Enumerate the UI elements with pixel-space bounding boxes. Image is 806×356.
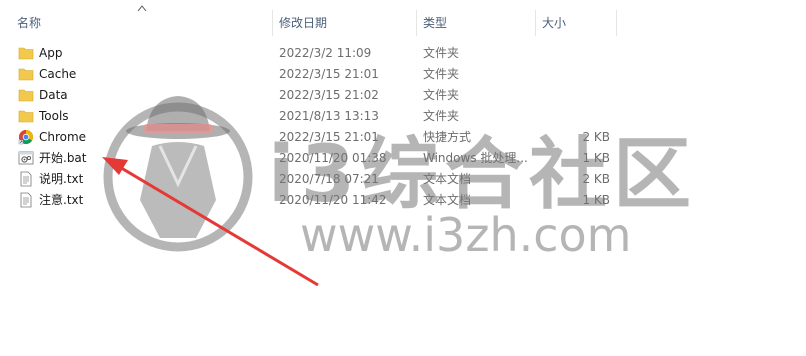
file-row[interactable]: Cache 2022/3/15 21:01 文件夹 xyxy=(14,64,614,85)
file-row[interactable]: Chrome 2022/3/15 21:01 快捷方式 2 KB xyxy=(14,127,614,148)
file-date: 2022/3/2 11:09 xyxy=(279,46,372,60)
text-file-icon xyxy=(20,192,32,208)
column-divider[interactable] xyxy=(616,10,617,36)
file-date: 2022/3/15 21:01 xyxy=(279,130,379,144)
file-size: 2 KB xyxy=(582,172,610,186)
column-header-size[interactable]: 大小 xyxy=(542,16,566,30)
file-name: 说明.txt xyxy=(39,172,84,186)
file-type: 快捷方式 xyxy=(423,130,472,144)
file-type: 文本文档 xyxy=(423,193,472,207)
file-date: 2021/8/13 13:13 xyxy=(279,109,379,123)
file-date: 2022/3/15 21:01 xyxy=(279,67,379,81)
file-type: 文件夹 xyxy=(423,109,460,123)
folder-icon xyxy=(18,68,34,81)
folder-icon xyxy=(18,89,34,102)
file-row[interactable]: 说明.txt 2020/7/18 07:21 文本文档 2 KB xyxy=(14,169,614,190)
file-row[interactable]: Data 2022/3/15 21:02 文件夹 xyxy=(14,85,614,106)
file-date: 2020/11/20 11:42 xyxy=(279,193,387,207)
file-date: 2022/3/15 21:02 xyxy=(279,88,379,102)
column-header-date[interactable]: 修改日期 xyxy=(279,16,327,30)
column-divider[interactable] xyxy=(535,10,536,36)
column-divider[interactable] xyxy=(272,10,273,36)
folder-icon xyxy=(18,47,34,60)
file-row[interactable]: App 2022/3/2 11:09 文件夹 xyxy=(14,43,614,64)
file-size: 1 KB xyxy=(582,193,610,207)
file-name: 开始.bat xyxy=(39,151,87,165)
file-name: Cache xyxy=(39,67,77,81)
file-type: 文件夹 xyxy=(423,88,460,102)
file-name: Chrome xyxy=(39,130,87,144)
column-header-name[interactable]: 名称 xyxy=(17,16,41,30)
text-file-icon xyxy=(20,171,32,187)
column-divider[interactable] xyxy=(416,10,417,36)
column-header-bar: 名称 修改日期 类型 大小 xyxy=(0,0,806,38)
chrome-icon xyxy=(18,130,33,145)
file-size: 2 KB xyxy=(582,130,610,144)
file-row[interactable]: Tools 2021/8/13 13:13 文件夹 xyxy=(14,106,614,127)
file-type: 文件夹 xyxy=(423,67,460,81)
watermark-url-text: www.i3zh.com xyxy=(300,208,632,262)
file-type: 文本文档 xyxy=(423,172,472,186)
file-type: Windows 批处理... xyxy=(423,151,528,165)
folder-icon xyxy=(18,110,34,123)
column-header-type[interactable]: 类型 xyxy=(423,16,447,30)
file-type: 文件夹 xyxy=(423,46,460,60)
file-date: 2020/11/20 01:38 xyxy=(279,151,387,165)
batch-file-icon xyxy=(18,151,34,165)
file-name: App xyxy=(39,46,63,60)
file-size: 1 KB xyxy=(582,151,610,165)
file-name: 注意.txt xyxy=(39,193,84,207)
file-row[interactable]: 注意.txt 2020/11/20 11:42 文本文档 1 KB xyxy=(14,190,614,211)
file-explorer-view: 名称 修改日期 类型 大小 App 2022/3/2 11:09 文件夹 Cac… xyxy=(0,0,806,356)
file-name: Data xyxy=(39,88,68,102)
file-row[interactable]: 开始.bat 2020/11/20 01:38 Windows 批处理... 1… xyxy=(14,148,614,169)
file-date: 2020/7/18 07:21 xyxy=(279,172,379,186)
sort-ascending-icon xyxy=(137,5,147,12)
file-name: Tools xyxy=(39,109,69,123)
